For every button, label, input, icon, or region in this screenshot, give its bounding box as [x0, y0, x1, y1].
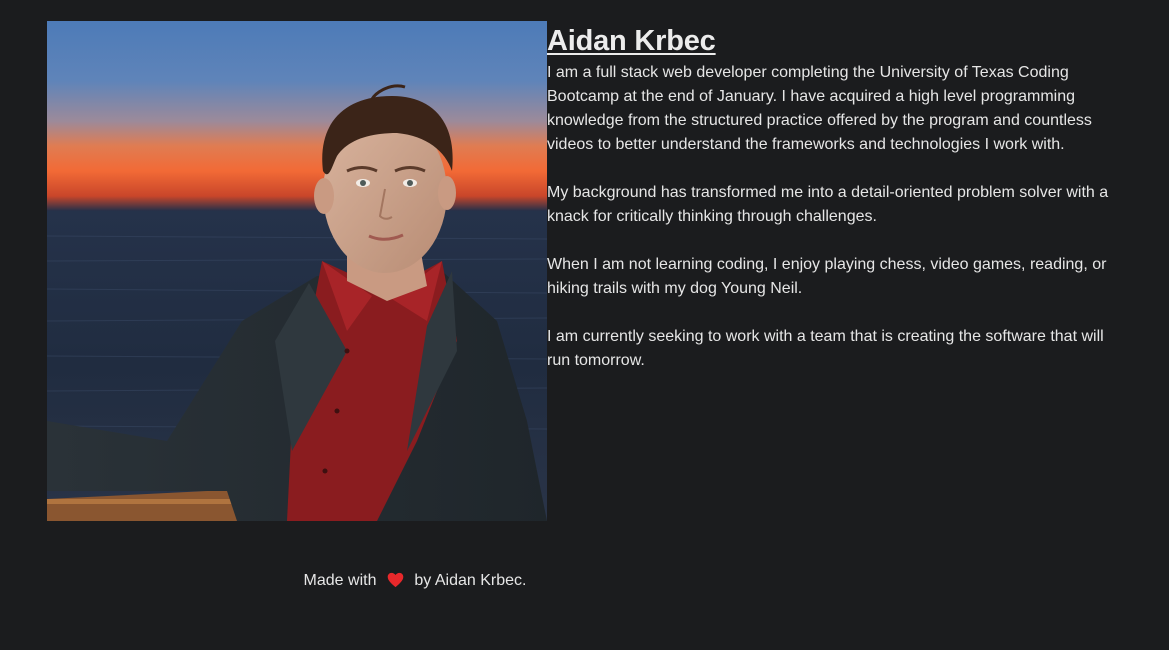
bio-paragraph: When I am not learning coding, I enjoy p… — [547, 256, 1107, 297]
footer: Made with by Aidan Krbec. — [0, 569, 830, 593]
bio-paragraph: My background has transformed me into a … — [547, 184, 1109, 225]
about-section: Aidan Krbec I am a full stack web develo… — [547, 21, 1127, 397]
bio-paragraph: I am currently seeking to work with a te… — [547, 328, 1104, 369]
bio-paragraph: I am a full stack web developer completi… — [547, 64, 1092, 153]
bio: I am a full stack web developer completi… — [547, 61, 1127, 373]
footer-suffix: by Aidan Krbec. — [414, 572, 527, 589]
profile-name: Aidan Krbec — [547, 25, 716, 57]
heart-icon — [387, 572, 404, 588]
profile-photo — [47, 21, 547, 521]
footer-prefix: Made with — [303, 572, 377, 589]
